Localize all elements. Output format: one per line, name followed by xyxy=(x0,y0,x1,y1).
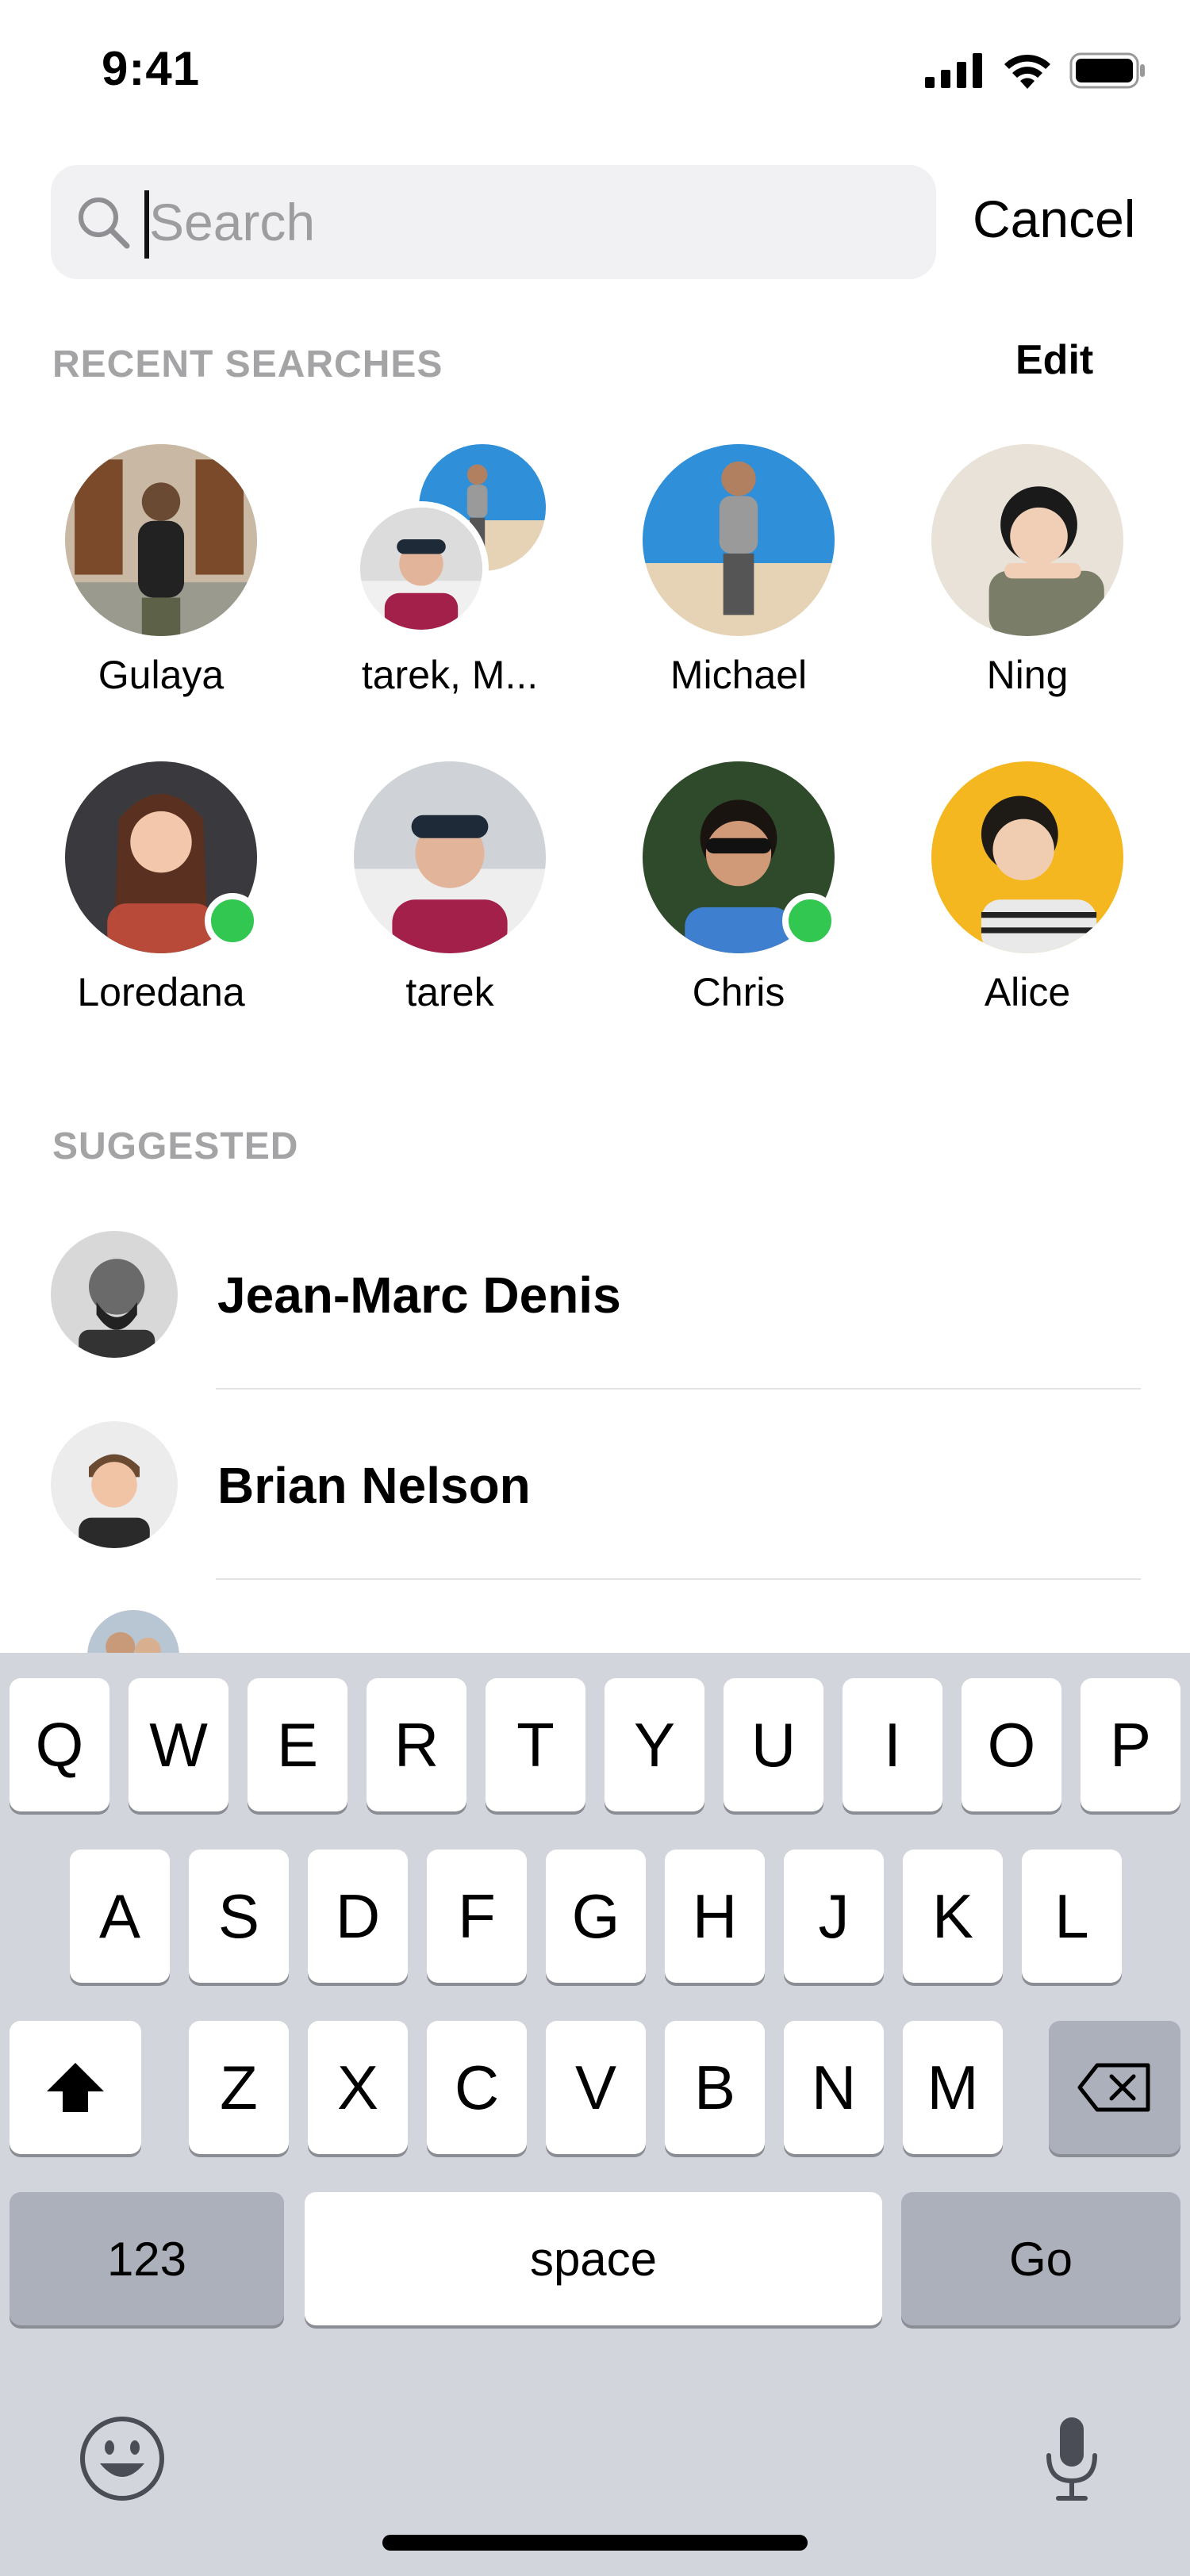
edit-button[interactable]: Edit xyxy=(1015,336,1093,384)
key-d[interactable]: D xyxy=(308,1850,408,1983)
key-n[interactable]: N xyxy=(784,2021,884,2154)
key-c[interactable]: C xyxy=(427,2021,527,2154)
suggested-item-brian[interactable]: Brian Nelson xyxy=(0,1390,1190,1580)
avatar-group xyxy=(354,444,546,636)
shift-key[interactable] xyxy=(10,2021,141,2154)
recent-item-name: tarek, M... xyxy=(361,653,539,697)
recent-item-name: Alice xyxy=(984,970,1071,1014)
avatar xyxy=(931,761,1123,953)
home-indicator[interactable] xyxy=(382,2535,808,2551)
key-x[interactable]: X xyxy=(308,2021,408,2154)
delete-key[interactable] xyxy=(1049,2021,1180,2154)
recent-item-name: tarek xyxy=(405,970,494,1014)
suggested-item-name: Jean-Marc Denis xyxy=(217,1267,621,1324)
status-icons xyxy=(925,52,1146,89)
recent-item-tarek[interactable]: tarek xyxy=(335,761,565,1047)
avatar xyxy=(931,444,1123,636)
key-z[interactable]: Z xyxy=(189,2021,289,2154)
wifi-icon xyxy=(1004,54,1050,89)
recent-searches-heading: RECENT SEARCHES xyxy=(52,343,443,385)
recent-item-alice[interactable]: Alice xyxy=(912,761,1142,1047)
key-p[interactable]: P xyxy=(1081,1678,1180,1811)
key-v[interactable]: V xyxy=(546,2021,646,2154)
avatar xyxy=(65,444,257,636)
key-w[interactable]: W xyxy=(129,1678,228,1811)
cellular-signal-icon xyxy=(925,53,982,88)
recent-item-name: Ning xyxy=(986,653,1069,697)
key-k[interactable]: K xyxy=(903,1850,1003,1983)
key-b[interactable]: B xyxy=(665,2021,765,2154)
key-r[interactable]: R xyxy=(367,1678,466,1811)
recent-item-loredana[interactable]: Loredana xyxy=(46,761,276,1047)
key-j[interactable]: J xyxy=(784,1850,884,1983)
key-y[interactable]: Y xyxy=(605,1678,704,1811)
online-indicator xyxy=(782,893,838,949)
avatar xyxy=(643,444,835,636)
key-g[interactable]: G xyxy=(546,1850,646,1983)
emoji-icon[interactable] xyxy=(78,2414,167,2503)
search-input[interactable] xyxy=(149,165,863,279)
recent-item-name: Chris xyxy=(692,970,785,1014)
suggested-item-jean-marc[interactable]: Jean-Marc Denis xyxy=(0,1198,1190,1388)
key-i[interactable]: I xyxy=(843,1678,942,1811)
key-f[interactable]: F xyxy=(427,1850,527,1983)
key-l[interactable]: L xyxy=(1022,1850,1122,1983)
delete-icon xyxy=(1077,2063,1150,2112)
key-t[interactable]: T xyxy=(486,1678,585,1811)
status-time: 9:41 xyxy=(102,42,201,95)
key-q[interactable]: Q xyxy=(10,1678,109,1811)
key-s[interactable]: S xyxy=(189,1850,289,1983)
microphone-icon[interactable] xyxy=(1042,2414,1101,2503)
recent-item-group[interactable]: tarek, M... xyxy=(335,444,565,730)
recent-item-name: Loredana xyxy=(77,970,245,1014)
shift-icon xyxy=(47,2063,104,2112)
cancel-button[interactable]: Cancel xyxy=(973,189,1135,249)
go-key[interactable]: Go xyxy=(901,2192,1180,2325)
key-h[interactable]: H xyxy=(665,1850,765,1983)
recent-item-name: Michael xyxy=(670,653,808,697)
search-icon xyxy=(79,197,130,249)
key-e[interactable]: E xyxy=(248,1678,347,1811)
key-a[interactable]: A xyxy=(70,1850,170,1983)
online-indicator xyxy=(205,893,260,949)
suggested-item-name: Brian Nelson xyxy=(217,1457,531,1514)
avatar xyxy=(51,1231,178,1358)
recent-item-ning[interactable]: Ning xyxy=(912,444,1142,730)
avatar xyxy=(51,1421,178,1548)
key-m[interactable]: M xyxy=(903,2021,1003,2154)
recent-item-name: Gulaya xyxy=(98,653,225,697)
key-u[interactable]: U xyxy=(724,1678,823,1811)
divider xyxy=(216,1578,1141,1580)
recent-item-chris[interactable]: Chris xyxy=(624,761,854,1047)
avatar xyxy=(354,761,546,953)
search-bar[interactable] xyxy=(51,165,936,279)
numbers-key[interactable]: 123 xyxy=(10,2192,284,2325)
battery-icon xyxy=(1069,52,1145,89)
avatar-primary xyxy=(354,501,489,636)
suggested-heading: SUGGESTED xyxy=(52,1125,299,1167)
recent-item-michael[interactable]: Michael xyxy=(624,444,854,730)
key-o[interactable]: O xyxy=(962,1678,1061,1811)
recent-item-gulaya[interactable]: Gulaya xyxy=(46,444,276,730)
space-key[interactable]: space xyxy=(305,2192,882,2325)
